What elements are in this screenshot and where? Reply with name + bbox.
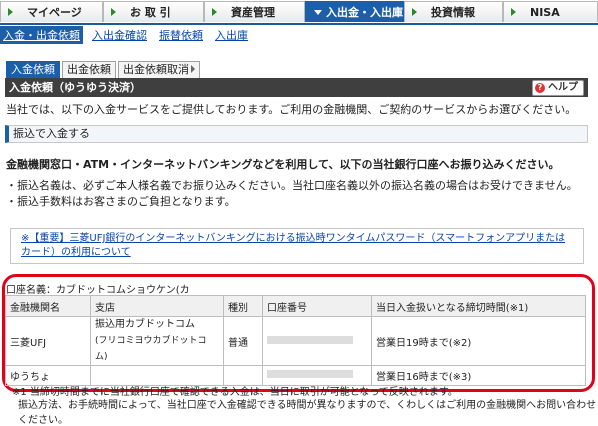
arrow-right-icon xyxy=(191,65,195,73)
page-title-bar: 入金依頼（ゆうゆう決済） ? ヘルプ xyxy=(5,78,588,97)
bank-table: 金融機関名 支店 種別 口座番号 当日入金扱いとなる締切時間(※1) 三菱UFJ… xyxy=(5,295,586,386)
bank-name: 三菱UFJ xyxy=(5,316,91,366)
col-bank: 金融機関名 xyxy=(5,295,91,317)
note-name: ・振込名義は、必ずご本人様名義でお振り込みください。当社口座名義以外の振込名義の… xyxy=(6,179,578,192)
subnav-transfer[interactable]: 振替依頼 xyxy=(156,26,206,44)
redacted-value xyxy=(267,370,353,378)
col-account-number: 口座番号 xyxy=(262,295,372,317)
help-icon: ? xyxy=(535,83,545,93)
arrow-down-icon xyxy=(314,9,322,15)
subnav-confirm[interactable]: 入出金確認 xyxy=(89,26,150,44)
warning-box: ※【重要】三菱UFJ銀行のインターネットバンキングにおける振込時ワンタイムパスワ… xyxy=(10,228,584,264)
account-type: 普通 xyxy=(223,316,263,366)
col-type: 種別 xyxy=(223,295,263,317)
account-holder: 口座名義：カブドットコムショウケン(カ xyxy=(6,285,190,296)
cutoff-time: 営業日19時まで(※2) xyxy=(371,316,586,366)
subnav-deposit-withdraw[interactable]: 入金・出金依頼 xyxy=(0,26,83,44)
nav-tab-invest-info[interactable]: 投資情報 xyxy=(404,1,503,22)
help-button[interactable]: ? ヘルプ xyxy=(532,80,584,96)
warning-link[interactable]: ※【重要】三菱UFJ銀行のインターネットバンキングにおける振込時ワンタイムパスワ… xyxy=(21,233,565,258)
table-row: 三菱UFJ 振込用カブドットコム (フリコミヨウカブドットコム) 普通 営業日19… xyxy=(5,316,586,366)
table-header-row: 金融機関名 支店 種別 口座番号 当日入金扱いとなる締切時間(※1) xyxy=(5,295,586,317)
section-heading: 振込で入金する xyxy=(5,125,588,143)
deposit-tabs: 入金依頼 出金依頼 出金依頼取消 xyxy=(6,61,202,78)
redacted-value xyxy=(267,335,353,344)
account-number xyxy=(262,316,372,366)
col-branch: 支店 xyxy=(90,295,224,317)
subnav-securities[interactable]: 入出庫 xyxy=(212,26,251,44)
main-nav: マイページ お 取 引 資産管理 入出金・入出庫 投資情報 NISA xyxy=(0,0,598,25)
nav-tab-trade[interactable]: お 取 引 xyxy=(103,1,204,22)
nav-tab-mypage[interactable]: マイページ xyxy=(0,1,103,22)
sub-nav: 入金・出金依頼 入出金確認 振替依頼 入出庫 xyxy=(0,26,257,44)
col-cutoff: 当日入金扱いとなる締切時間(※1) xyxy=(371,295,586,317)
arrow-right-icon xyxy=(111,8,116,16)
arrow-right-icon xyxy=(412,8,417,16)
arrow-right-icon xyxy=(212,8,217,16)
lead-text: 金融機関窓口・ATM・インターネットバンキングなどを利用して、以下の当社銀行口座… xyxy=(6,158,560,171)
nav-tab-assets[interactable]: 資産管理 xyxy=(204,1,305,22)
note-fee: ・振込手数料はお客さまのご負担となります。 xyxy=(6,195,236,208)
nav-tab-deposit[interactable]: 入出金・入出庫 xyxy=(305,1,404,22)
page-title: 入金依頼（ゆうゆう決済） xyxy=(9,81,141,94)
nav-tab-nisa[interactable]: NISA xyxy=(503,1,598,22)
tab-withdraw-request[interactable]: 出金依頼 xyxy=(62,61,116,78)
tab-withdraw-cancel[interactable]: 出金依頼取消 xyxy=(118,61,200,78)
footnote-2: 振込方法、お手続時間によって、当社口座で入金確認できる時間が異なりますので、くわ… xyxy=(18,400,597,426)
arrow-right-icon xyxy=(8,8,13,16)
arrow-right-icon xyxy=(511,8,516,16)
branch-name: 振込用カブドットコム (フリコミヨウカブドットコム) xyxy=(90,316,224,366)
tab-deposit-request[interactable]: 入金依頼 xyxy=(6,61,60,78)
intro-text: 当社では、以下の入金サービスをご提供しております。ご利用の金融機関、ご契約のサー… xyxy=(6,103,577,116)
